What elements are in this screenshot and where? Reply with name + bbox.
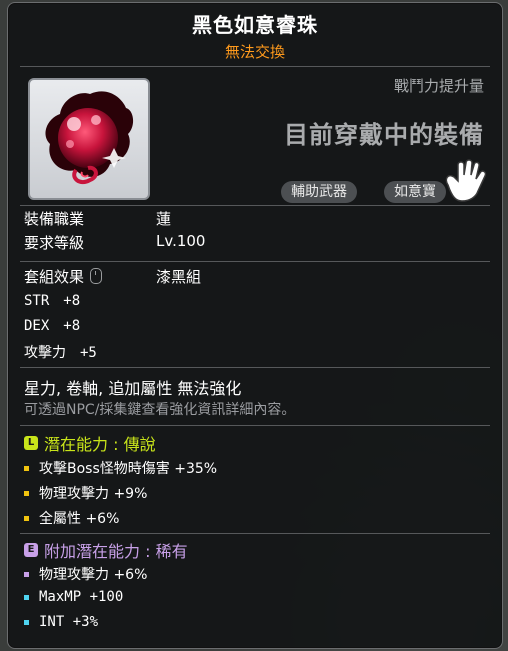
divider [20,533,490,534]
divider [20,425,490,426]
job-value: 蓮 [156,210,172,228]
level-value: Lv.100 [156,232,206,250]
bonus-potential-line: 物理攻擊力 +6% [24,564,147,584]
epic-badge-icon: E [24,543,38,557]
bullet-icon [24,594,29,600]
trade-status: 無法交換 [224,43,285,61]
job-row: 裝備職業 蓮 [24,208,171,229]
divider [20,205,490,206]
level-row: 要求等級 Lv.100 [24,232,205,253]
stat-attack: 攻擊力 +5 [24,342,97,362]
bonus-potential-text: MaxMP +100 [39,589,124,605]
stat-name: 攻擊力 [24,345,66,361]
set-value: 漆黑組 [156,268,202,286]
divider [20,66,490,67]
bullet-icon [24,571,29,577]
set-label: 套組效果 [24,268,85,286]
item-icon-frame [28,78,150,200]
potential-text: 全屬性 +6% [39,511,120,527]
level-label: 要求等級 [24,234,85,252]
bonus-potential-text: INT +3% [39,614,99,630]
dark-red-orb-icon [45,91,134,185]
stat-value: +8 [63,293,81,309]
potential-text: 物理攻擊力 +9% [39,486,148,502]
bullet-icon [24,515,29,521]
stat-name: DEX [24,318,50,334]
combat-power-label: 戰鬥力提升量 [393,77,484,95]
stat-name: STR [24,293,50,309]
chip-subweapon: 輔助武器 [281,181,357,203]
bonus-potential-header: E 附加潛在能力 : 稀有 [24,538,188,562]
bonus-potential-line: INT +3% [24,614,98,630]
bonus-potential-title: 附加潛在能力 : 稀有 [44,542,188,561]
stat-value: +5 [80,345,97,361]
divider [20,367,490,368]
bullet-icon [24,619,29,625]
potential-text: 攻擊Boss怪物時傷害 +35% [39,461,218,477]
enhance-restriction: 星力, 卷軸, 追加屬性 無法強化 [24,379,242,398]
stat-str: STR +8 [24,293,80,309]
potential-header: L 潛在能力 : 傳說 [24,431,156,455]
potential-line: 全屬性 +6% [24,508,119,528]
mouse-icon [90,268,103,284]
potential-title: 潛在能力 : 傳說 [44,435,156,454]
divider [20,261,490,262]
bonus-potential-line: MaxMP +100 [24,589,123,605]
bullet-icon [24,490,29,496]
equipped-label: 目前穿戴中的裝備 [284,121,484,149]
job-label: 裝備職業 [24,210,85,228]
enhance-hint: 可透過NPC/採集鍵查看強化資訊詳細內容。 [24,402,296,418]
bullet-icon [24,465,29,471]
pointer-hand-icon [445,159,487,202]
bonus-potential-text: 物理攻擊力 +6% [39,567,148,583]
set-row: 套組效果 漆黑組 [24,266,201,287]
stat-dex: DEX +8 [24,318,80,334]
item-tooltip: 黑色如意睿珠 無法交換 戰鬥力提升量 目前穿戴中的裝備 輔助武器 如意寶 裝備職… [7,2,503,649]
chip-ruyi: 如意寶 [384,181,446,203]
legendary-badge-icon: L [24,436,38,450]
item-name: 黑色如意睿珠 [192,13,318,37]
potential-line: 物理攻擊力 +9% [24,483,147,503]
stat-value: +8 [63,318,81,334]
potential-line: 攻擊Boss怪物時傷害 +35% [24,458,217,478]
